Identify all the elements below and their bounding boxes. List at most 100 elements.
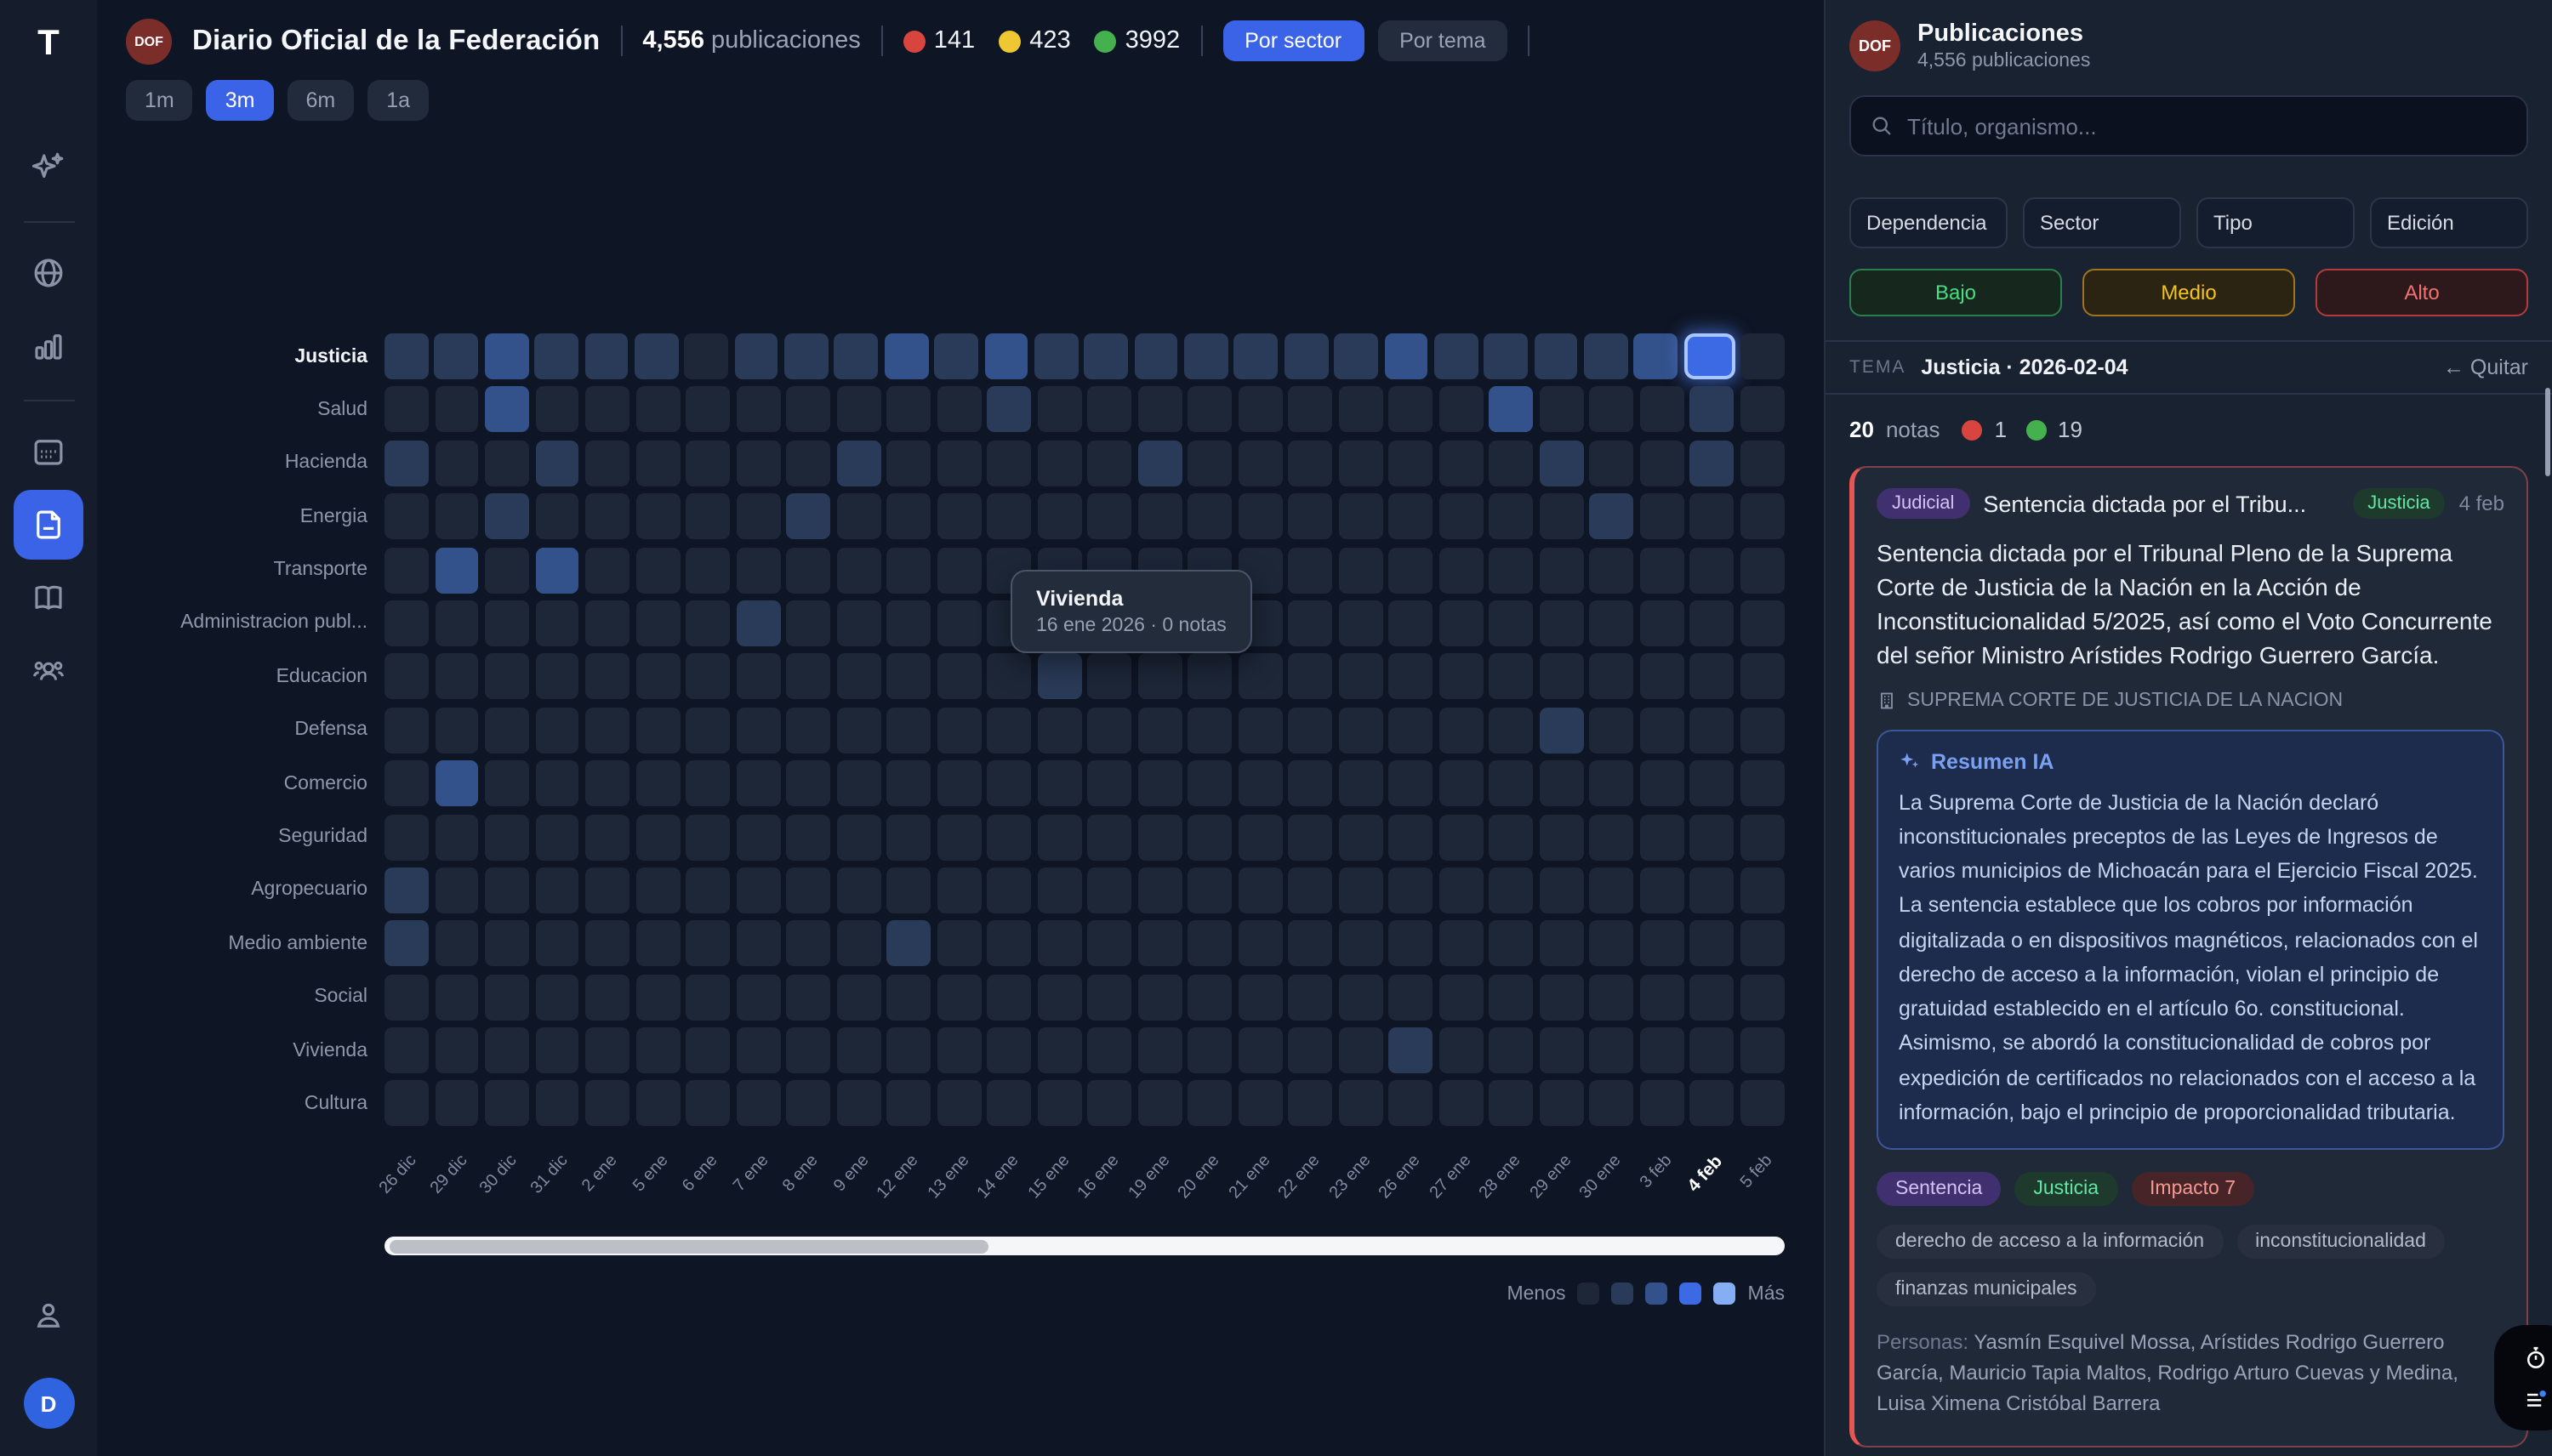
row-label-transporte[interactable]: Transporte: [97, 560, 385, 580]
heatmap-cell[interactable]: [635, 760, 680, 806]
row-label-agropecuario[interactable]: Agropecuario: [97, 880, 385, 901]
heatmap-cell[interactable]: [886, 387, 931, 433]
heatmap-cell[interactable]: [435, 974, 479, 1020]
range-3m[interactable]: 3m: [207, 80, 274, 121]
heatmap-cell[interactable]: [1339, 441, 1383, 486]
heatmap-cell[interactable]: [1740, 1027, 1785, 1073]
heatmap-cell[interactable]: [485, 600, 529, 646]
heatmap-cell[interactable]: [635, 600, 680, 646]
row-label-social[interactable]: Social: [97, 987, 385, 1007]
severity-bajo[interactable]: Bajo: [1849, 269, 2062, 316]
heatmap-cell[interactable]: [584, 333, 629, 379]
heatmap-cell[interactable]: [786, 547, 830, 593]
heatmap-cell[interactable]: [485, 814, 529, 860]
heatmap-cell[interactable]: [1690, 1081, 1735, 1127]
heatmap-cell[interactable]: [786, 974, 830, 1020]
heatmap-cell[interactable]: [1540, 867, 1584, 913]
heatmap-cell[interactable]: [1389, 600, 1433, 646]
heatmap-cell[interactable]: [1087, 814, 1131, 860]
heatmap-cell[interactable]: [585, 387, 629, 433]
heatmap-cell[interactable]: [435, 493, 479, 539]
heatmap-cell[interactable]: [686, 707, 730, 753]
heatmap-cell[interactable]: [1389, 547, 1433, 593]
heatmap-cell[interactable]: [585, 867, 629, 913]
search-input[interactable]: Título, organismo...: [1849, 95, 2528, 156]
heatmap-cell[interactable]: [585, 814, 629, 860]
heatmap-cell[interactable]: [1540, 921, 1584, 967]
heatmap-cell[interactable]: [1389, 707, 1433, 753]
row-label-justicia[interactable]: Justicia: [97, 346, 385, 367]
range-6m[interactable]: 6m: [288, 80, 355, 121]
heatmap-cell[interactable]: [686, 547, 730, 593]
book-icon[interactable]: [14, 563, 83, 633]
keyword-pill[interactable]: derecho de acceso a la información: [1877, 1225, 2223, 1259]
heatmap-cell[interactable]: [1285, 333, 1329, 379]
heatmap-cell[interactable]: [535, 921, 579, 967]
heatmap-cell[interactable]: [585, 1027, 629, 1073]
heatmap-cell[interactable]: [1590, 760, 1634, 806]
heatmap-cell[interactable]: [1540, 1027, 1584, 1073]
calendar-icon[interactable]: [14, 417, 83, 486]
row-label-medio-ambiente[interactable]: Medio ambiente: [97, 934, 385, 954]
heatmap-cell[interactable]: [736, 547, 780, 593]
heatmap-cell[interactable]: [1740, 493, 1785, 539]
heatmap-cell[interactable]: [1534, 333, 1578, 379]
heatmap-cell[interactable]: [385, 493, 429, 539]
heatmap-cell[interactable]: [1590, 493, 1634, 539]
heatmap-cell[interactable]: [836, 921, 880, 967]
heatmap-cell[interactable]: [1339, 547, 1383, 593]
heatmap-cell[interactable]: [535, 600, 579, 646]
heatmap-cell[interactable]: [485, 707, 529, 753]
heatmap-cell[interactable]: [1188, 814, 1233, 860]
heatmap-cell[interactable]: [1640, 441, 1684, 486]
heatmap-cell[interactable]: [1339, 707, 1383, 753]
heatmap-cell[interactable]: [1640, 760, 1684, 806]
heatmap-cell[interactable]: [836, 1081, 880, 1127]
heatmap-cell[interactable]: [1740, 760, 1785, 806]
heatmap-cell[interactable]: [1540, 654, 1584, 700]
heatmap-cell[interactable]: [1339, 760, 1383, 806]
heatmap-cell[interactable]: [1087, 707, 1131, 753]
heatmap-cell[interactable]: [1690, 1027, 1735, 1073]
heatmap-cell[interactable]: [686, 654, 730, 700]
heatmap-cell[interactable]: [1339, 814, 1383, 860]
heatmap-cell[interactable]: [1640, 654, 1684, 700]
heatmap-cell[interactable]: [1490, 814, 1534, 860]
sparkles-icon[interactable]: [14, 133, 83, 202]
person-icon[interactable]: [14, 1281, 83, 1351]
row-label-salud[interactable]: Salud: [97, 400, 385, 420]
heatmap-cell[interactable]: [1087, 441, 1131, 486]
heatmap-cell[interactable]: [1184, 333, 1228, 379]
heatmap-cell[interactable]: [1439, 867, 1484, 913]
heatmap-cell[interactable]: [886, 600, 931, 646]
heatmap-cell[interactable]: [1339, 1081, 1383, 1127]
heatmap-cell[interactable]: [836, 441, 880, 486]
heatmap-cell[interactable]: [1690, 600, 1735, 646]
heatmap-cell[interactable]: [435, 1081, 479, 1127]
heatmap-cell[interactable]: [1289, 600, 1333, 646]
documents-icon[interactable]: [14, 490, 83, 560]
heatmap-cell[interactable]: [1590, 867, 1634, 913]
heatmap-cell[interactable]: [1740, 814, 1785, 860]
heatmap-cell[interactable]: [585, 1081, 629, 1127]
heatmap-cell[interactable]: [886, 921, 931, 967]
heatmap-cell[interactable]: [1188, 387, 1233, 433]
panel-vertical-scrollbar[interactable]: [2544, 388, 2550, 476]
heatmap-cell[interactable]: [1690, 547, 1735, 593]
heatmap-cell[interactable]: [1289, 1027, 1333, 1073]
heatmap-cell[interactable]: [485, 654, 529, 700]
heatmap-cell[interactable]: [1137, 707, 1182, 753]
heatmap-cell[interactable]: [385, 867, 429, 913]
heatmap-cell[interactable]: [736, 387, 780, 433]
heatmap-cell[interactable]: [585, 547, 629, 593]
heatmap-cell[interactable]: [1740, 387, 1785, 433]
heatmap-cell[interactable]: [686, 493, 730, 539]
heatmap-cell[interactable]: [1137, 921, 1182, 967]
heatmap-cell[interactable]: [1384, 333, 1428, 379]
heatmap-cell[interactable]: [686, 600, 730, 646]
heatmap-cell[interactable]: [736, 600, 780, 646]
heatmap-cell[interactable]: [1640, 387, 1684, 433]
heatmap-cell[interactable]: [937, 1027, 981, 1073]
heatmap-cell[interactable]: [635, 974, 680, 1020]
row-label-hacienda[interactable]: Hacienda: [97, 453, 385, 474]
